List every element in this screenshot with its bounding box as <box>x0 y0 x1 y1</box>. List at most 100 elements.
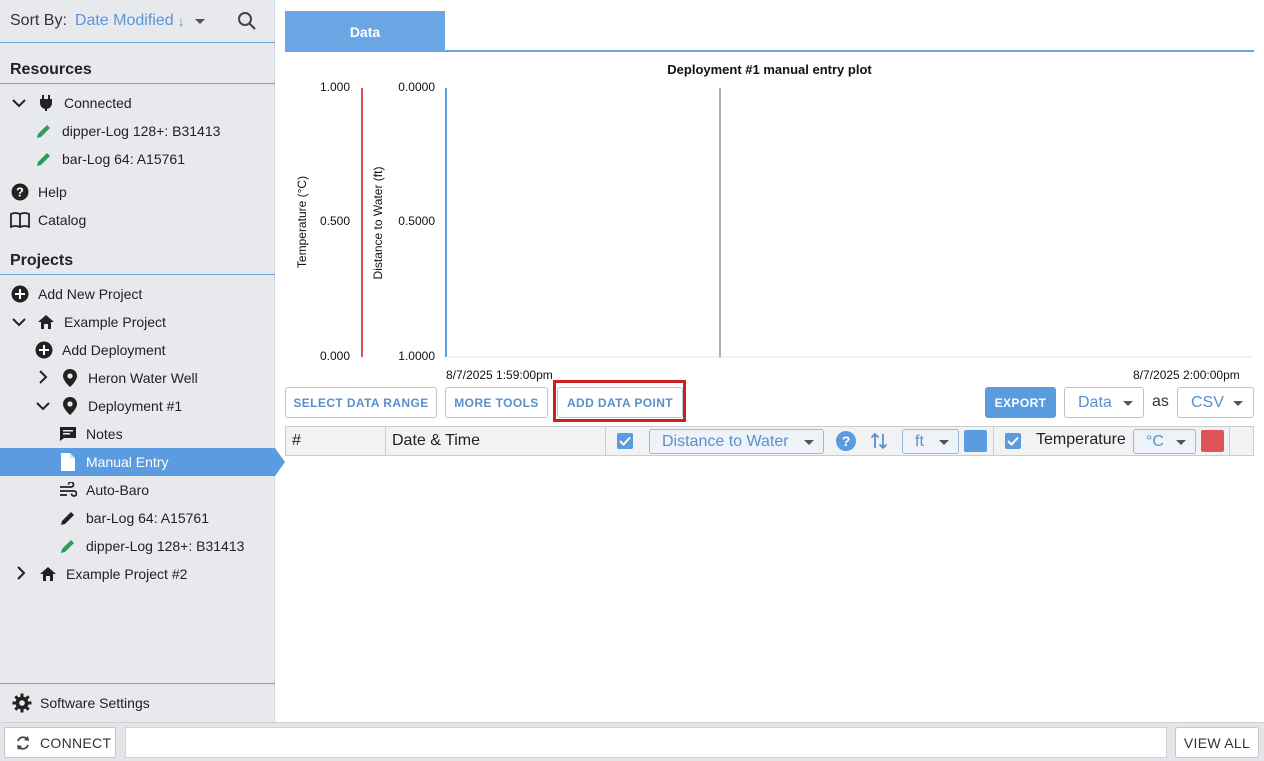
column-number: # <box>286 427 386 455</box>
connect-label: CONNECT <box>40 734 112 751</box>
sort-label: Sort By: <box>10 12 67 29</box>
export-what-value: Data <box>1078 393 1112 411</box>
sidebar-item-bar-log[interactable]: bar-Log 64: A15761 <box>0 145 275 173</box>
distance-color-swatch[interactable] <box>964 430 987 452</box>
tab-data[interactable]: Data <box>285 11 445 52</box>
as-label: as <box>1152 393 1169 410</box>
distance-unit-select[interactable]: ft <box>902 429 959 454</box>
sidebar-item-bar-log-deployment[interactable]: bar-Log 64: A15761 <box>0 504 275 532</box>
chart-title: Deployment #1 manual entry plot <box>667 62 872 77</box>
sidebar-item-notes[interactable]: Notes <box>0 420 275 448</box>
pencil-icon <box>34 150 54 168</box>
temperature-unit-value: °C <box>1146 432 1164 450</box>
software-settings-button[interactable]: Software Settings <box>0 683 275 722</box>
add-circle-icon <box>10 285 30 303</box>
sidebar-item-dipper-log-deployment[interactable]: dipper-Log 128+: B31413 <box>0 532 275 560</box>
chevron-down-icon[interactable] <box>12 95 26 111</box>
select-data-range-button[interactable]: SELECT DATA RANGE <box>285 387 437 418</box>
add-deployment-button[interactable]: Add Deployment <box>0 336 275 364</box>
sidebar-item-label: Example Project #2 <box>66 566 188 582</box>
chevron-down-icon <box>804 440 814 445</box>
y-right-axis-label: Distance to Water (ft) <box>371 166 385 280</box>
svg-text:?: ? <box>842 433 851 449</box>
chevron-down-icon[interactable] <box>194 18 205 24</box>
settings-label: Software Settings <box>40 695 150 711</box>
column-distance: Distance to Water ? ft <box>606 427 994 455</box>
home-icon <box>36 314 56 330</box>
y-right-tick: 0.5000 <box>398 214 435 228</box>
sort-bar: Sort By: Date Modified ↓ <box>0 0 275 43</box>
sidebar-item-label: Deployment #1 <box>88 398 183 414</box>
add-new-project-button[interactable]: Add New Project <box>0 280 275 308</box>
view-all-button[interactable]: VIEW ALL <box>1175 727 1259 758</box>
help-icon[interactable]: ? <box>835 430 857 457</box>
sidebar-item-example-project-2[interactable]: Example Project #2 <box>0 560 275 588</box>
connect-button[interactable]: CONNECT <box>4 727 116 758</box>
more-tools-button[interactable]: MORE TOOLS <box>445 387 548 418</box>
sidebar-item-label: Heron Water Well <box>88 370 198 386</box>
wind-icon <box>58 482 78 498</box>
sidebar-item-label: Add Deployment <box>62 342 166 358</box>
export-format-value: CSV <box>1191 393 1224 411</box>
export-format-select[interactable]: CSV <box>1177 387 1254 418</box>
distance-unit-value: ft <box>915 432 924 450</box>
distance-parameter-select[interactable]: Distance to Water <box>649 429 824 454</box>
sidebar-item-label: dipper-Log 128+: B31413 <box>62 123 221 139</box>
divider <box>0 83 275 84</box>
distance-parameter-value: Distance to Water <box>662 432 789 450</box>
sidebar-item-catalog[interactable]: Catalog <box>0 206 275 234</box>
sidebar-item-label: Auto-Baro <box>86 482 150 498</box>
export-what-select[interactable]: Data <box>1064 387 1144 418</box>
temperature-color-swatch[interactable] <box>1201 430 1224 452</box>
notes-icon <box>58 426 78 442</box>
highlight-box <box>553 380 686 422</box>
sidebar: Sort By: Date Modified ↓ Resources Conne… <box>0 0 285 722</box>
temperature-checkbox[interactable] <box>1005 433 1021 449</box>
y-right-tick: 0.0000 <box>398 80 435 94</box>
divider <box>0 274 275 275</box>
export-button[interactable]: EXPORT <box>985 387 1056 418</box>
sidebar-item-deployment-1[interactable]: Deployment #1 <box>0 392 275 420</box>
sidebar-item-help[interactable]: ? Help <box>0 178 275 206</box>
sidebar-item-manual-entry[interactable]: Manual Entry <box>0 448 285 476</box>
tab-bar: Data <box>285 11 1254 52</box>
column-date-time[interactable]: Date & Time <box>386 427 606 455</box>
sidebar-item-auto-baro[interactable]: Auto-Baro <box>0 476 275 504</box>
y-right-tick: 1.0000 <box>398 349 435 363</box>
document-icon <box>58 453 78 471</box>
chevron-down-icon[interactable] <box>36 398 50 414</box>
sidebar-item-example-project[interactable]: Example Project <box>0 308 275 336</box>
sidebar-item-label: Catalog <box>38 212 87 228</box>
bottom-bar: CONNECT VIEW ALL <box>0 722 1264 761</box>
distance-checkbox[interactable] <box>617 433 633 449</box>
x-tick: 8/7/2025 2:00:00pm <box>1133 368 1240 382</box>
sidebar-item-label: bar-Log 64: A15761 <box>86 510 209 526</box>
sidebar-item-label: Connected <box>64 95 132 111</box>
sidebar-item-connected[interactable]: Connected <box>0 89 275 117</box>
sidebar-item-label: Example Project <box>64 314 166 330</box>
status-field <box>125 727 1167 758</box>
resources-heading: Resources <box>10 61 92 78</box>
sidebar-item-dipper-log[interactable]: dipper-Log 128+: B31413 <box>0 117 275 145</box>
chevron-down-icon <box>1233 401 1243 406</box>
sort-select[interactable]: Date Modified <box>75 12 174 30</box>
chevron-right-icon[interactable] <box>36 369 50 387</box>
chevron-down-icon[interactable] <box>12 314 26 330</box>
sidebar-item-label: Help <box>38 184 67 200</box>
sort-direction-icon[interactable]: ↓ <box>178 13 185 29</box>
sidebar-item-label: Manual Entry <box>86 454 169 470</box>
chevron-down-icon <box>939 440 949 445</box>
sidebar-item-heron-water-well[interactable]: Heron Water Well <box>0 364 275 392</box>
table-header: # Date & Time Distance to Water ? ft Tem… <box>285 426 1254 456</box>
chevron-right-icon[interactable] <box>14 565 28 583</box>
book-icon <box>10 212 30 228</box>
svg-text:?: ? <box>16 185 24 200</box>
y-left-tick: 0.000 <box>319 349 350 363</box>
search-icon[interactable] <box>237 11 257 36</box>
chevron-down-icon <box>1176 440 1186 445</box>
home-icon <box>38 566 58 582</box>
gear-icon <box>12 693 32 713</box>
invert-axis-icon[interactable] <box>870 432 888 455</box>
temperature-unit-select[interactable]: °C <box>1133 429 1196 454</box>
add-circle-icon <box>34 341 54 359</box>
